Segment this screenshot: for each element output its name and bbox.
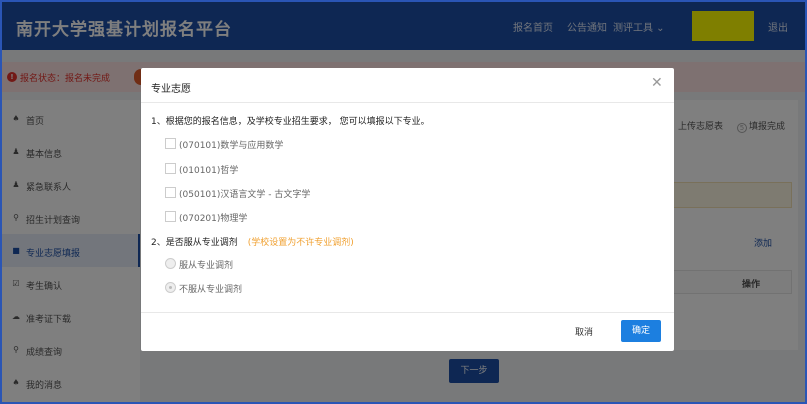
checkbox[interactable] (165, 187, 176, 198)
confirm-button[interactable]: 确定 (621, 320, 661, 342)
radio-label: 服从专业调剂 (179, 261, 234, 271)
radio-button[interactable] (165, 258, 176, 269)
checkbox[interactable] (165, 163, 176, 174)
radio-label: 不服从专业调剂 (179, 285, 243, 295)
app-frame: 南开大学强基计划报名平台 报名首页 公告通知 测评工具 ⌄ 退出 ! 报名状态：… (0, 0, 807, 404)
radio-button[interactable] (165, 282, 176, 293)
close-icon[interactable]: ✕ (651, 75, 663, 91)
checkbox[interactable] (165, 211, 176, 222)
divider (141, 312, 674, 313)
divider (141, 102, 674, 103)
question-adjustment: 2、是否服从专业调剂 (学校设置为不许专业调剂) (151, 235, 354, 248)
adjustment-note: (学校设置为不许专业调剂) (247, 238, 354, 248)
major-option-label: (070101)数学与应用数学 (179, 141, 284, 151)
major-option-label: (070201)物理学 (179, 214, 248, 224)
major-preference-dialog: 专业志愿 ✕ 1、根据您的报名信息，及学校专业招生要求， 您可以填报以下专业。 … (141, 68, 674, 351)
checkbox[interactable] (165, 138, 176, 149)
major-option-label: (010101)哲学 (179, 166, 239, 176)
major-option-label: (050101)汉语言文学 - 古文字学 (179, 190, 311, 200)
question-adjustment-text: 2、是否服从专业调剂 (151, 238, 238, 248)
dialog-title: 专业志愿 (151, 84, 191, 95)
question-available-majors: 1、根据您的报名信息，及学校专业招生要求， 您可以填报以下专业。 (151, 117, 430, 127)
cancel-button[interactable]: 取消 (575, 325, 593, 338)
